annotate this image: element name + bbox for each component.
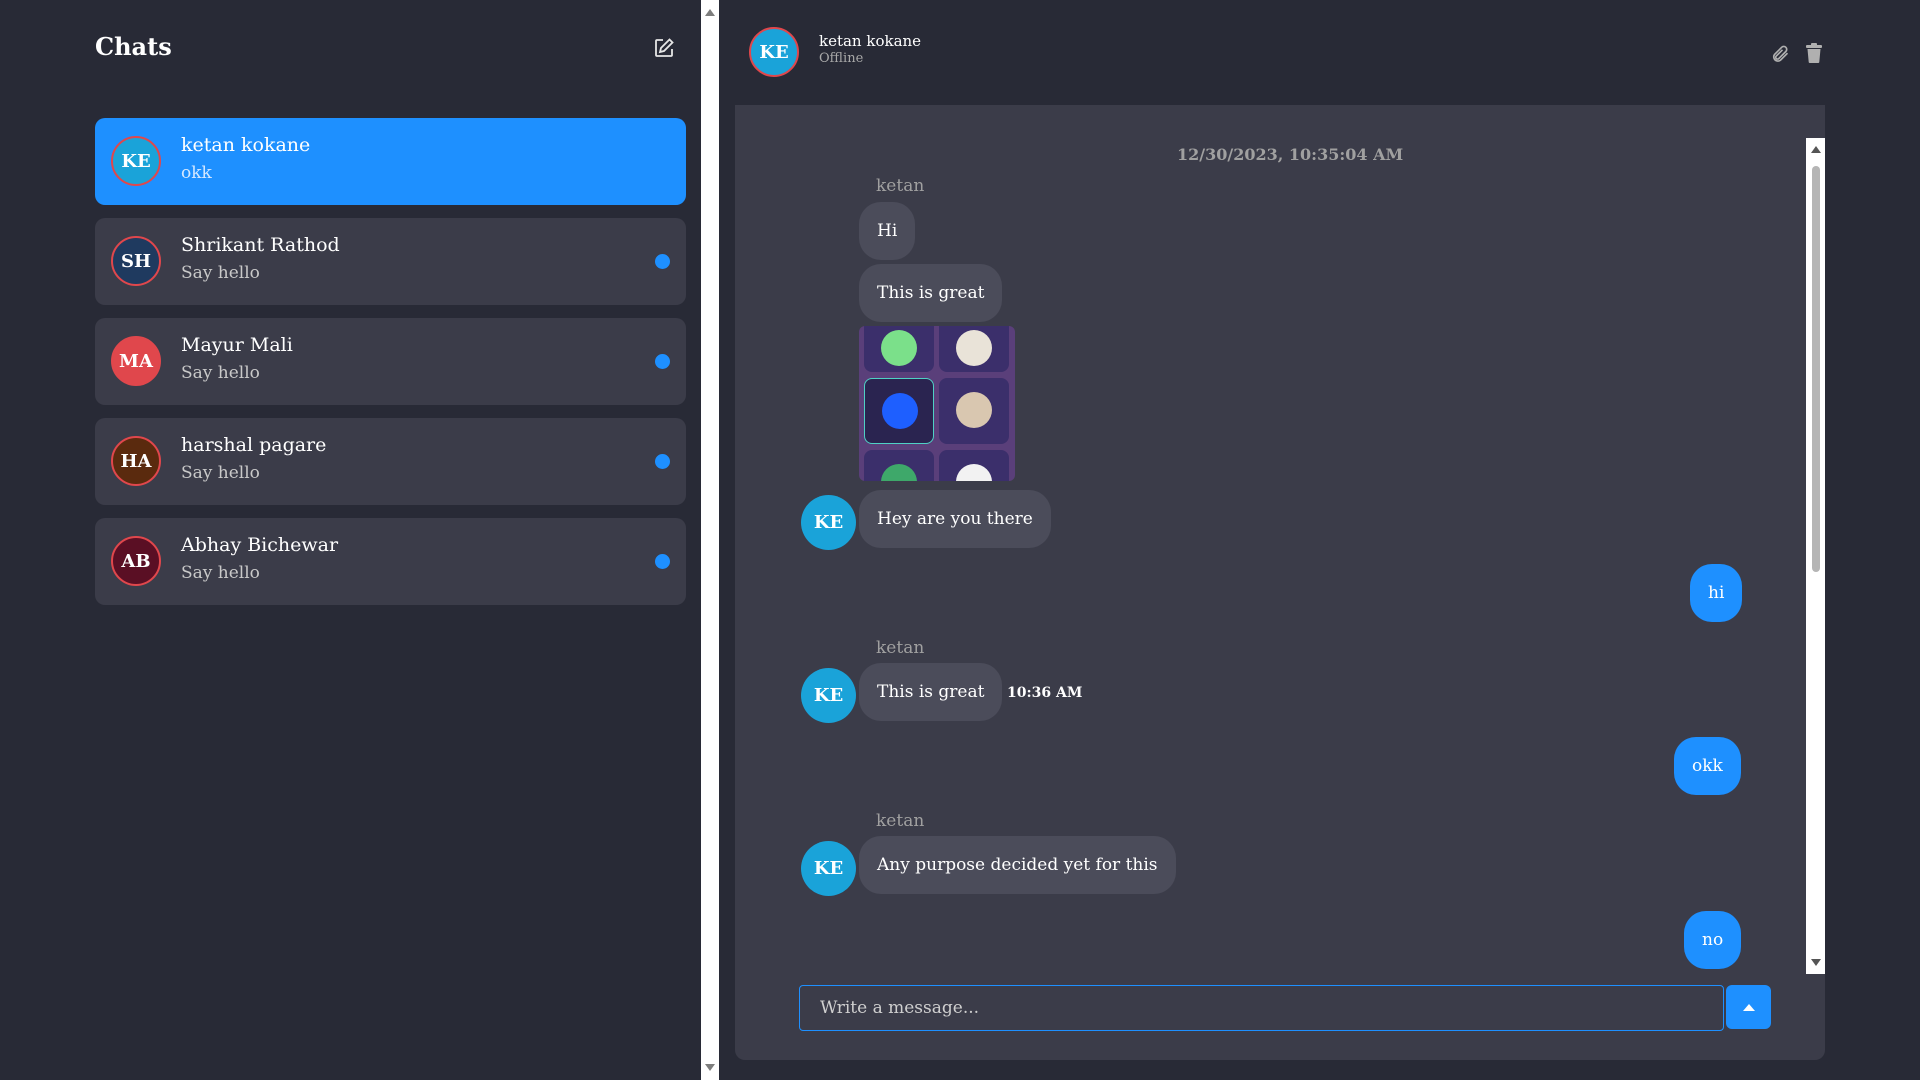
avatar: KE	[801, 495, 856, 550]
avatar: HA	[111, 436, 161, 486]
grid-cell	[939, 450, 1009, 481]
chats-title: Chats	[95, 32, 172, 61]
scroll-up-arrow-icon[interactable]	[705, 9, 715, 16]
scroll-down-arrow-icon[interactable]	[705, 1064, 715, 1071]
sidebar-scrollbar[interactable]	[701, 0, 719, 1080]
chat-item-harshal-pagare[interactable]: HA harshal pagare Say hello	[95, 418, 686, 505]
avatar: KE	[111, 136, 161, 186]
chat-header: KE ketan kokane Offline	[735, 0, 1825, 105]
chat-preview: okk	[181, 163, 212, 183]
send-button[interactable]	[1726, 985, 1771, 1029]
date-stamp: 12/30/2023, 10:35:04 AM	[1177, 145, 1404, 164]
chat-item-abhay-bichewar[interactable]: AB Abhay Bichewar Say hello	[95, 518, 686, 605]
sender-label: ketan	[876, 176, 925, 196]
grid-cell	[864, 326, 934, 372]
chat-preview: Say hello	[181, 363, 260, 383]
chat-name: Shrikant Rathod	[181, 234, 340, 256]
sender-label: ketan	[876, 638, 925, 658]
sender-label: ketan	[876, 811, 925, 831]
scroll-down-arrow-icon[interactable]	[1811, 959, 1821, 966]
grid-cell	[939, 326, 1009, 372]
unread-dot	[655, 254, 670, 269]
message-bubble-mine: okk	[1674, 737, 1741, 795]
message-time: 10:36 AM	[1007, 685, 1083, 701]
chat-name: Abhay Bichewar	[181, 534, 339, 556]
paperclip-icon[interactable]	[1770, 44, 1790, 64]
compose-icon[interactable]	[652, 36, 678, 62]
avatar: AB	[111, 536, 161, 586]
trash-icon[interactable]	[1805, 43, 1823, 63]
image-attachment[interactable]	[859, 326, 1015, 481]
chat-item-ketan-kokane[interactable]: KE ketan kokane okk	[95, 118, 686, 205]
chat-name: harshal pagare	[181, 434, 327, 456]
chat-sidebar: Chats KE ketan kokane okk SH Shrikant Ra…	[0, 0, 700, 1080]
chat-preview: Say hello	[181, 563, 260, 583]
chat-preview: Say hello	[181, 463, 260, 483]
grid-cell	[864, 450, 934, 481]
chat-item-shrikant-rathod[interactable]: SH Shrikant Rathod Say hello	[95, 218, 686, 305]
avatar: KE	[801, 841, 856, 896]
chat-window: KE ketan kokane Offline 12/30/2023, 10:3…	[735, 0, 1825, 1060]
message-input[interactable]	[799, 985, 1724, 1031]
chat-name: ketan kokane	[181, 134, 311, 156]
message-bubble: Hey are you there	[859, 490, 1051, 548]
message-scrollbar[interactable]	[1806, 138, 1825, 974]
grid-cell	[864, 378, 934, 444]
avatar: MA	[111, 336, 161, 386]
unread-dot	[655, 454, 670, 469]
scroll-thumb[interactable]	[1812, 166, 1820, 572]
message-bubble: Any purpose decided yet for this	[859, 836, 1176, 894]
chat-item-mayur-mali[interactable]: MA Mayur Mali Say hello	[95, 318, 686, 405]
chat-list: KE ketan kokane okk SH Shrikant Rathod S…	[95, 118, 686, 618]
avatar: SH	[111, 236, 161, 286]
unread-dot	[655, 354, 670, 369]
chat-preview: Say hello	[181, 263, 260, 283]
contact-status: Offline	[819, 51, 864, 66]
contact-name: ketan kokane	[819, 32, 922, 50]
grid-cell	[939, 378, 1009, 444]
message-bubble-mine: no	[1684, 911, 1742, 969]
unread-dot	[655, 554, 670, 569]
message-bubble: Hi	[859, 202, 916, 260]
avatar: KE	[801, 668, 856, 723]
message-bubble: This is great	[859, 663, 1003, 721]
send-arrow-icon	[1742, 1003, 1755, 1011]
chat-name: Mayur Mali	[181, 334, 293, 356]
avatar: KE	[749, 27, 799, 77]
message-list: 12/30/2023, 10:35:04 AM ketan Hi This is…	[735, 138, 1825, 974]
message-bubble-mine: hi	[1690, 564, 1743, 622]
scroll-up-arrow-icon[interactable]	[1811, 146, 1821, 153]
message-bubble: This is great	[859, 264, 1003, 322]
